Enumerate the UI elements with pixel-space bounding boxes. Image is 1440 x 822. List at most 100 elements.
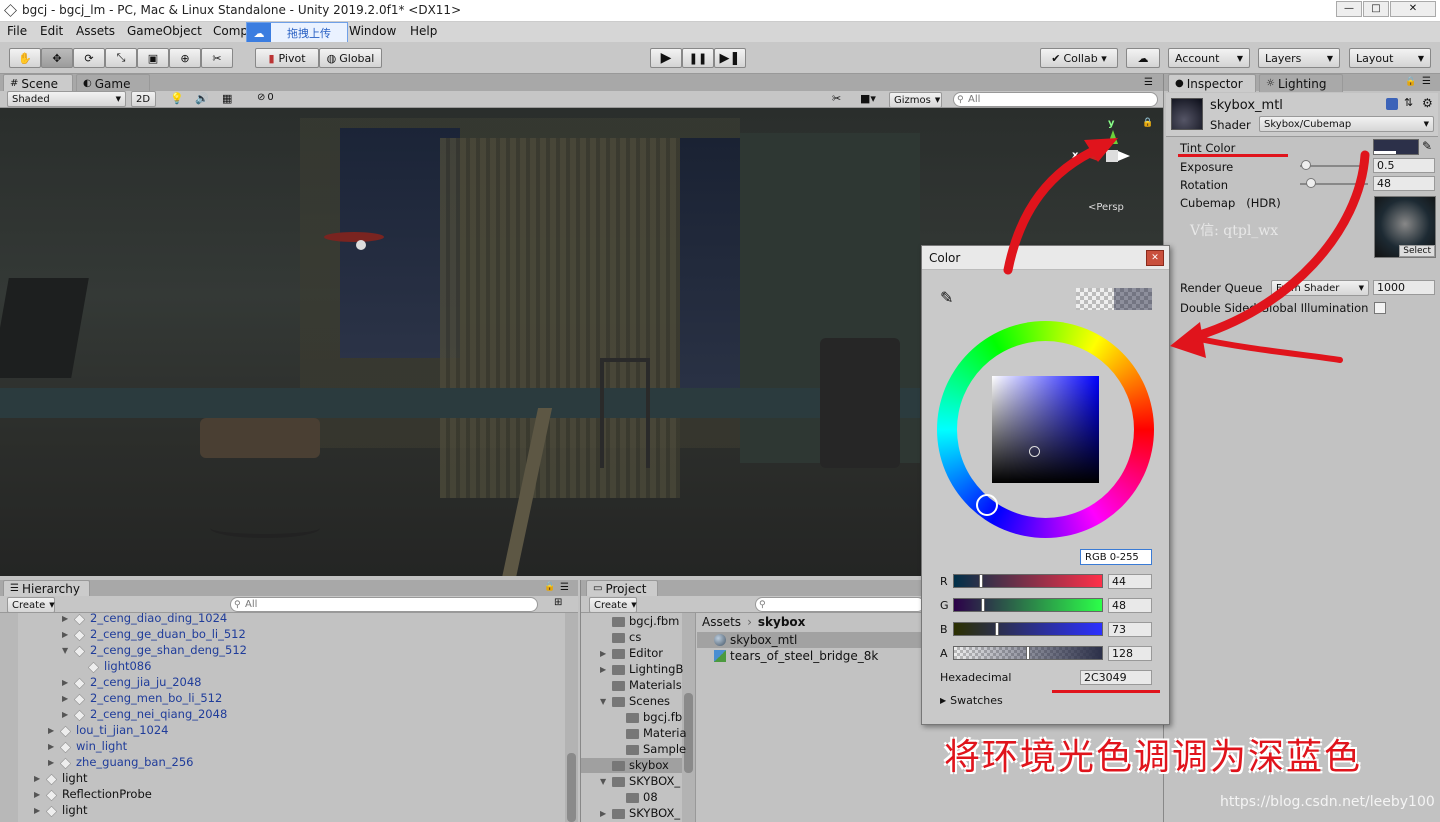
collab-dropdown[interactable]: ✔ Collab ▾ [1040,48,1118,68]
breadcrumb-root[interactable]: Assets [702,615,741,629]
eyedropper-icon[interactable]: ✎ [940,288,953,307]
a-slider-thumb[interactable] [1026,646,1031,660]
expand-arrow-icon[interactable]: ▶ [48,758,54,767]
render-queue-input[interactable]: 1000 [1373,280,1435,295]
b-slider[interactable] [953,622,1103,636]
scene-search-input[interactable]: ⚲ All [953,92,1158,107]
project-create-dropdown[interactable]: Create ▼ [589,597,637,613]
tab-scene[interactable]: # Scene [3,74,73,92]
breadcrumb-current[interactable]: skybox [758,615,806,629]
expand-arrow-icon[interactable]: ▶ [34,806,40,815]
asset-item[interactable]: tears_of_steel_bridge_8k [730,649,878,663]
eyedropper-icon[interactable]: ✎ [1422,139,1432,153]
folder-item[interactable]: Materia [643,726,687,740]
hidden-objects-toggle[interactable]: ⊘ 0 [257,92,274,103]
swatches-toggle[interactable]: ▶ Swatches [940,694,1003,707]
expand-arrow-icon[interactable]: ▶ [34,774,40,783]
lock-icon[interactable]: 🔒 [544,582,555,592]
expand-arrow-icon[interactable]: ▶ [62,630,68,639]
panel-menu-icon[interactable]: ☰ [1422,76,1431,87]
menu-component[interactable]: Comp [213,24,248,38]
preset-icon[interactable]: ⇅ [1404,96,1413,109]
rect-tool-button[interactable]: ▣ [137,48,169,68]
menu-help[interactable]: Help [410,24,437,38]
account-dropdown[interactable]: Account ▼ [1168,48,1250,68]
filter-icon[interactable]: ⊞ [554,597,562,608]
folder-item-selected[interactable]: skybox [629,758,669,772]
lock-icon[interactable]: 🔒 [1405,77,1416,87]
hierarchy-item[interactable]: light086 [104,659,151,673]
hierarchy-item[interactable]: 2_ceng_diao_ding_1024 [90,611,227,625]
shading-mode-dropdown[interactable]: Shaded ▼ [7,91,126,107]
r-slider-thumb[interactable] [978,574,983,588]
folder-tree-scrollbar[interactable] [682,613,695,822]
audio-toggle-icon[interactable]: 🔊 [195,92,209,105]
a-value-input[interactable]: 128 [1108,646,1152,661]
menu-window[interactable]: Window [349,24,396,38]
collapse-arrow-icon[interactable]: ▼ [600,697,606,706]
custom-tool-button[interactable]: ✂ [201,48,233,68]
saturation-value-square[interactable] [992,376,1099,483]
move-tool-button[interactable]: ✥ [41,48,73,68]
pivot-toggle[interactable]: ▮ Pivot [255,48,319,68]
global-toggle[interactable]: ◍ Global [319,48,382,68]
collapse-arrow-icon[interactable]: ▼ [600,777,606,786]
expand-arrow-icon[interactable]: ▶ [34,790,40,799]
color-mode-dropdown[interactable]: RGB 0-255 [1080,549,1152,565]
g-slider-thumb[interactable] [981,598,986,612]
g-value-input[interactable]: 48 [1108,598,1152,613]
project-search-input[interactable]: ⚲ [755,597,925,612]
expand-arrow-icon[interactable]: ▶ [48,726,54,735]
help-icon[interactable] [1386,98,1398,110]
hue-ring-handle[interactable] [976,494,998,516]
rotate-tool-button[interactable]: ⟳ [73,48,105,68]
folder-item[interactable]: 08 [643,790,658,804]
menu-edit[interactable]: Edit [40,24,63,38]
hierarchy-item[interactable]: ReflectionProbe [62,787,152,801]
r-slider[interactable] [953,574,1103,588]
hierarchy-item[interactable]: light [62,803,88,817]
folder-item[interactable]: Scenes [629,694,670,708]
r-value-input[interactable]: 44 [1108,574,1152,589]
a-slider[interactable] [953,646,1103,660]
close-window-button[interactable]: ✕ [1390,1,1436,17]
hierarchy-search-input[interactable]: ⚲ All [230,597,538,612]
tab-lighting[interactable]: ☼ Lighting [1259,74,1343,92]
hierarchy-item[interactable]: 2_ceng_jia_ju_2048 [90,675,202,689]
expand-arrow-icon[interactable]: ▶ [62,614,68,623]
layers-dropdown[interactable]: Layers ▼ [1258,48,1340,68]
folder-item[interactable]: bgcj.fbm [629,614,679,628]
cubemap-slot[interactable]: Select [1374,196,1436,258]
hierarchy-item[interactable]: 2_ceng_nei_qiang_2048 [90,707,227,721]
upload-widget[interactable]: ☁ 拖拽上传 [246,22,348,44]
step-button[interactable]: ▶❚ [714,48,746,68]
minimize-button[interactable]: — [1336,1,1362,17]
pause-button[interactable]: ❚❚ [682,48,714,68]
b-value-input[interactable]: 73 [1108,622,1152,637]
hand-tool-button[interactable]: ✋ [9,48,41,68]
exposure-input[interactable]: 0.5 [1373,158,1435,173]
tab-game[interactable]: ◐ Game [76,74,150,92]
folder-item[interactable]: LightingB [629,662,683,676]
effects-toggle-icon[interactable]: ▦ [222,92,232,105]
tab-project[interactable]: ▭ Project [586,580,658,596]
folder-item[interactable]: cs [629,630,641,644]
collapse-arrow-icon[interactable]: ▼ [62,646,68,655]
expand-arrow-icon[interactable]: ▶ [62,694,68,703]
play-button[interactable]: ▶ [650,48,682,68]
hierarchy-item[interactable]: 2_ceng_men_bo_li_512 [90,691,222,705]
menu-gameobject[interactable]: GameObject [127,24,202,38]
layout-dropdown[interactable]: Layout ▼ [1349,48,1431,68]
expand-arrow-icon[interactable]: ▶ [600,649,606,658]
hierarchy-scrollbar[interactable] [565,613,578,822]
folder-item[interactable]: bgcj.fb [643,710,682,724]
scrollbar-thumb[interactable] [567,753,576,822]
expand-arrow-icon[interactable]: ▶ [600,809,606,818]
tab-inspector[interactable]: ● Inspector [1168,74,1256,92]
expand-arrow-icon[interactable]: ▶ [48,742,54,751]
folder-item[interactable]: Materials [629,678,682,692]
tools-scene-icon[interactable]: ✂ [832,92,841,105]
camera-icon[interactable]: ■▾ [860,92,876,105]
folder-item[interactable]: Editor [629,646,663,660]
hierarchy-item[interactable]: lou_ti_jian_1024 [76,723,168,737]
